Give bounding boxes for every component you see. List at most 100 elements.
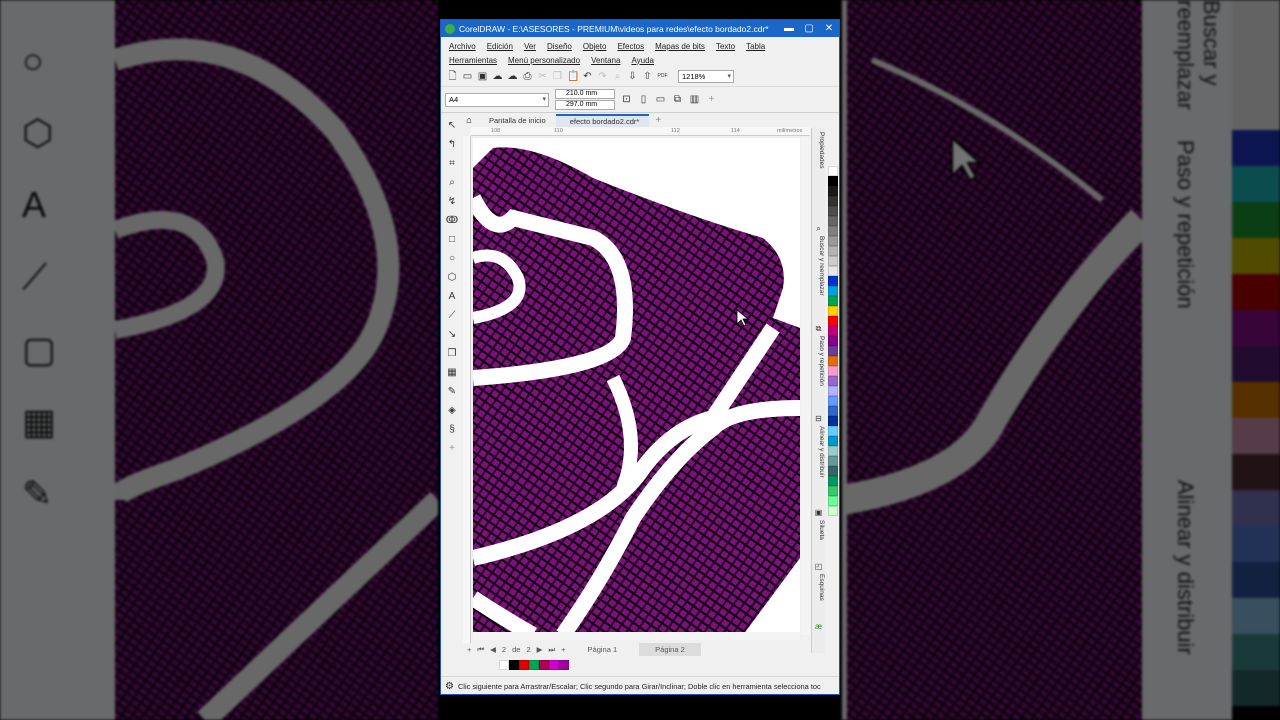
palette-swatch[interactable] <box>827 476 838 486</box>
cut-icon[interactable]: ✂ <box>537 71 548 82</box>
docker-properties[interactable]: Propiedades <box>813 132 825 192</box>
previous-page-icon[interactable]: ◀ <box>490 645 496 654</box>
palette-swatch[interactable] <box>827 216 838 226</box>
palette-swatch[interactable] <box>827 356 838 366</box>
text-tool-icon[interactable]: A <box>445 291 459 303</box>
cloud-download-icon[interactable]: ☁ <box>507 71 518 82</box>
menu-archivo[interactable]: Archivo <box>449 42 476 51</box>
docker-find-replace[interactable]: Buscar y reemplazar <box>813 236 825 316</box>
palette-swatch[interactable] <box>827 416 838 426</box>
palette-swatch[interactable] <box>827 406 838 416</box>
redo-icon[interactable]: ↷ <box>597 71 608 82</box>
palette-swatch[interactable] <box>827 326 838 336</box>
open-folder-icon[interactable]: ▭ <box>462 71 473 82</box>
landscape-icon[interactable]: ▭ <box>655 94 666 105</box>
palette-swatch[interactable] <box>827 316 838 326</box>
first-page-icon[interactable]: ⏮ <box>477 645 484 655</box>
palette-swatch[interactable] <box>827 176 838 186</box>
eyedropper-icon[interactable]: ✎ <box>445 386 459 398</box>
menu-objeto[interactable]: Objeto <box>583 42 607 51</box>
shape-tool-icon[interactable]: ↰ <box>445 139 459 151</box>
zoom-level-select[interactable]: 1218% <box>678 70 734 83</box>
palette-swatch[interactable] <box>827 166 838 176</box>
smart-fill-icon[interactable]: § <box>445 424 459 436</box>
export-icon[interactable]: ⇧ <box>642 71 653 82</box>
add-page-after-icon[interactable]: + <box>561 645 565 654</box>
pdf-export-icon[interactable]: PDF <box>657 71 668 82</box>
add-icon[interactable]: + <box>706 94 717 105</box>
gear-icon[interactable]: ⚙ <box>445 681 454 692</box>
menu-edicion[interactable]: Edición <box>487 42 513 51</box>
palette-swatch[interactable] <box>827 196 838 206</box>
import-icon[interactable]: ⇩ <box>627 71 638 82</box>
paste-icon[interactable]: 📋 <box>567 71 579 82</box>
palette-swatch[interactable] <box>827 466 838 476</box>
horizontal-scrollbar[interactable] <box>473 632 800 640</box>
palette-swatch[interactable] <box>827 246 838 256</box>
rectangle-tool-icon[interactable]: □ <box>445 234 459 246</box>
page-tab-2[interactable]: Página 2 <box>639 643 701 656</box>
save-icon[interactable]: ▣ <box>477 71 488 82</box>
palette-swatch[interactable] <box>827 206 838 216</box>
zoom-tool-icon[interactable]: ⌕ <box>445 177 459 189</box>
connector-tool-icon[interactable]: ↘ <box>445 329 459 341</box>
palette-swatch[interactable] <box>827 296 838 306</box>
interactive-fill-icon[interactable]: ◈ <box>445 405 459 417</box>
docker-align-distribute[interactable]: Alinear y distribuir <box>813 426 825 506</box>
palette-swatch[interactable] <box>827 386 838 396</box>
docker-corners[interactable]: Esquinas <box>813 574 825 614</box>
vertical-scrollbar[interactable] <box>801 138 810 635</box>
add-tab-icon[interactable]: + <box>655 115 661 126</box>
palette-swatch[interactable] <box>827 506 838 516</box>
palette-swatch[interactable] <box>827 446 838 456</box>
maximize-button[interactable]: ▢ <box>799 23 819 34</box>
palette-swatch[interactable] <box>827 426 838 436</box>
palette-swatch[interactable] <box>827 286 838 296</box>
menu-mapas-de-bits[interactable]: Mapas de bits <box>655 42 705 51</box>
artistic-media-icon[interactable]: ↂ <box>445 215 459 227</box>
portrait-icon[interactable]: ▯ <box>638 94 649 105</box>
palette-swatch[interactable] <box>827 236 838 246</box>
search-icon[interactable]: ⌕ <box>612 71 623 82</box>
menu-ventana[interactable]: Ventana <box>591 56 620 65</box>
palette-swatch[interactable] <box>827 436 838 446</box>
units-icon[interactable]: ⊡ <box>621 94 632 105</box>
new-document-icon[interactable]: 🗋 <box>447 71 458 82</box>
undo-icon[interactable]: ↶ <box>582 71 593 82</box>
last-page-icon[interactable]: ⏭ <box>548 645 555 655</box>
menu-ayuda[interactable]: Ayuda <box>631 56 654 65</box>
document-palette-swatch[interactable] <box>559 659 569 670</box>
palette-swatch[interactable] <box>827 266 838 276</box>
page-size-select[interactable]: A4 <box>445 92 549 107</box>
pick-tool-icon[interactable]: ↖ <box>445 120 459 132</box>
page-height-field[interactable]: 297.0 mm <box>555 100 615 110</box>
page-width-field[interactable]: 210.0 mm <box>555 89 615 99</box>
page-tab-1[interactable]: Página 1 <box>572 643 634 656</box>
print-icon[interactable]: ⎙ <box>522 71 533 82</box>
minimize-button[interactable]: ▬ <box>779 23 799 34</box>
drawing-canvas[interactable] <box>473 138 800 635</box>
menu-herramientas[interactable]: Herramientas <box>449 56 497 65</box>
document-palette-swatch[interactable] <box>499 659 509 670</box>
docker-step-repeat[interactable]: Paso y repetición <box>813 336 825 406</box>
palette-swatch[interactable] <box>827 376 838 386</box>
transparency-icon[interactable]: ▦ <box>445 367 459 379</box>
menu-texto[interactable]: Texto <box>716 42 735 51</box>
dimension-tool-icon[interactable]: ⟋ <box>445 310 459 322</box>
all-pages-icon[interactable]: ⧉ <box>672 94 683 105</box>
current-page-icon[interactable]: ▥ <box>689 94 700 105</box>
add-page-before-icon[interactable]: + <box>467 645 471 654</box>
document-palette-swatch[interactable] <box>549 659 559 670</box>
menu-efectos[interactable]: Efectos <box>617 42 644 51</box>
menu-diseno[interactable]: Diseño <box>547 42 572 51</box>
copy-icon[interactable]: ❐ <box>552 71 563 82</box>
home-icon[interactable]: ⌂ <box>463 114 475 127</box>
palette-swatch[interactable] <box>827 366 838 376</box>
palette-swatch[interactable] <box>827 496 838 506</box>
freehand-tool-icon[interactable]: ↯ <box>445 196 459 208</box>
document-palette-swatch[interactable] <box>509 659 519 670</box>
ellipse-tool-icon[interactable]: ○ <box>445 253 459 265</box>
palette-swatch[interactable] <box>827 396 838 406</box>
cloud-upload-icon[interactable]: ☁ <box>492 71 503 82</box>
menu-tabla[interactable]: Tabla <box>746 42 765 51</box>
